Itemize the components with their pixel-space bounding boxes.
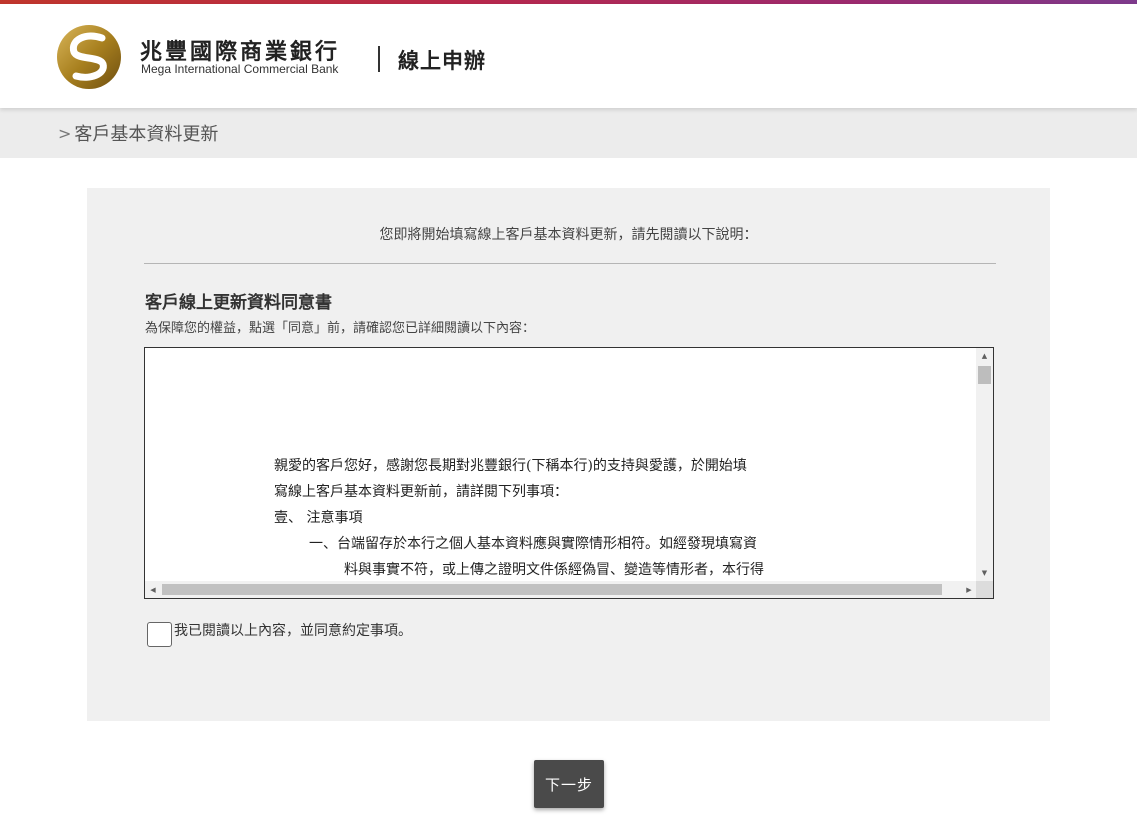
scroll-right-arrow-icon[interactable]: ▶ [961, 581, 977, 598]
document-line: 一、台端留存於本行之個人基本資料應與實際情形相符。如經發現填寫資 [309, 536, 757, 552]
horizontal-scrollbar[interactable]: ◀ ▶ [145, 581, 977, 598]
consent-subtitle: 為保障您的權益，點選「同意」前，請確認您已詳細閱讀以下內容： [145, 321, 536, 336]
intro-text: 您即將開始填寫線上客戶基本資料更新，請先閱讀以下說明： [379, 227, 758, 243]
scroll-left-arrow-icon[interactable]: ◀ [145, 581, 161, 598]
agree-checkbox[interactable] [147, 622, 172, 647]
document-line: 壹、 注意事項 [274, 510, 363, 526]
vertical-scroll-thumb[interactable] [978, 366, 991, 384]
consent-title: 客戶線上更新資料同意書 [145, 293, 332, 313]
header-divider [378, 46, 380, 72]
next-step-button[interactable]: 下一步 [534, 760, 604, 808]
scroll-up-arrow-icon[interactable]: ▲ [976, 348, 993, 364]
divider [144, 263, 996, 264]
service-title: 線上申辦 [398, 49, 486, 73]
consent-panel: 您即將開始填寫線上客戶基本資料更新，請先閱讀以下說明： 客戶線上更新資料同意書 … [87, 188, 1050, 721]
agree-row: 我已閱讀以上內容，並同意約定事項。 [147, 620, 412, 647]
header: 兆豐國際商業銀行 Mega International Commercial B… [0, 4, 1137, 108]
breadcrumb: > 客戶基本資料更新 [0, 108, 1137, 158]
consent-document-content: 親愛的客戶您好，感謝您長期對兆豐銀行(下稱本行)的支持與愛護，於開始填 寫線上客… [145, 348, 977, 581]
consent-document-frame[interactable]: 親愛的客戶您好，感謝您長期對兆豐銀行(下稱本行)的支持與愛護，於開始填 寫線上客… [144, 347, 994, 599]
horizontal-scroll-thumb[interactable] [162, 584, 942, 595]
document-line: 寫線上客戶基本資料更新前，請詳閱下列事項： [274, 484, 568, 500]
document-line: 親愛的客戶您好，感謝您長期對兆豐銀行(下稱本行)的支持與愛護，於開始填 [274, 458, 747, 474]
agree-label[interactable]: 我已閱讀以上內容，並同意約定事項。 [174, 620, 412, 640]
chevron-right-icon: > [58, 123, 72, 143]
bank-name-english: Mega International Commercial Bank [141, 62, 339, 76]
mega-bank-logo-icon[interactable] [56, 24, 122, 90]
scroll-down-arrow-icon[interactable]: ▼ [976, 565, 993, 581]
scroll-corner [976, 581, 993, 598]
document-line: 料與事實不符，或上傳之證明文件係經偽冒、變造等情形者，本行得 [344, 562, 764, 578]
vertical-scrollbar[interactable]: ▲ ▼ [976, 348, 993, 581]
breadcrumb-current: 客戶基本資料更新 [74, 124, 219, 145]
